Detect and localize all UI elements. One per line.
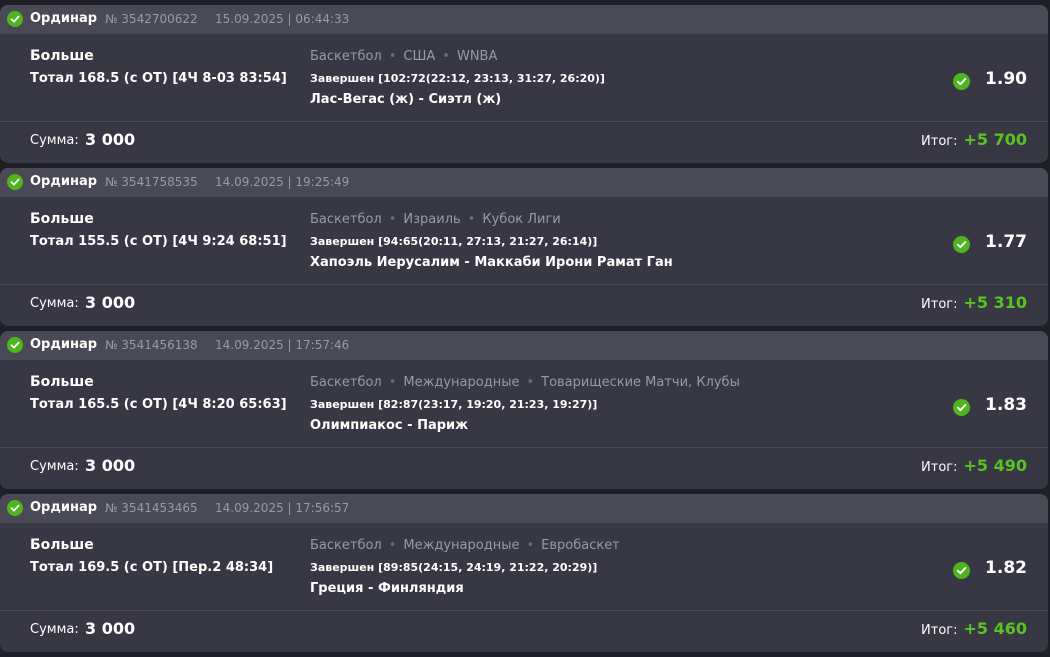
stake-label: Сумма: — [30, 133, 79, 148]
breadcrumb: Баскетбол • Израиль • Кубок Лиги — [310, 212, 561, 227]
match-status: Завершен [82:87(23:17, 19:20, 21:23, 19:… — [310, 398, 598, 411]
bet-type: Ординар — [30, 337, 98, 352]
bet-date: 14.09.2025 | 17:57:46 — [215, 338, 350, 352]
bet-card-header: Ординар № 3541453465 14.09.2025 | 17:56:… — [0, 494, 1048, 523]
bet-card-header: Ординар № 3542700622 15.09.2025 | 06:44:… — [0, 5, 1048, 34]
breadcrumb-sport[interactable]: Баскетбол — [310, 212, 382, 227]
check-circle-icon — [7, 500, 23, 516]
bet-id[interactable]: № 3541456138 — [105, 338, 198, 352]
bet-odds: 1.77 — [985, 232, 1027, 252]
divider — [0, 121, 1048, 122]
match-teams[interactable]: Греция - Финляндия — [310, 581, 464, 596]
breadcrumb-sport[interactable]: Баскетбол — [310, 538, 382, 553]
check-circle-icon — [953, 562, 970, 579]
breadcrumb-sport[interactable]: Баскетбол — [310, 375, 382, 390]
bet-type: Ординар — [30, 174, 98, 189]
bet-pick: Больше — [30, 211, 94, 227]
match-status: Завершен [89:85(24:15, 24:19, 21:22, 20:… — [310, 561, 598, 574]
breadcrumb-separator: • — [526, 538, 535, 553]
bet-card-header: Ординар № 3541456138 14.09.2025 | 17:57:… — [0, 331, 1048, 360]
result: Итог: +5 310 — [921, 293, 1027, 312]
bet-id[interactable]: № 3541758535 — [105, 175, 198, 189]
match-teams[interactable]: Лас-Вегас (ж) - Сиэтл (ж) — [310, 92, 501, 107]
breadcrumb-sport[interactable]: Баскетбол — [310, 49, 382, 64]
bet-pick: Больше — [30, 374, 94, 390]
bet-type: Ординар — [30, 500, 98, 515]
divider — [0, 610, 1048, 611]
breadcrumb-separator: • — [526, 375, 535, 390]
result-label: Итог: — [921, 134, 958, 149]
breadcrumb-country[interactable]: Международные — [403, 538, 519, 553]
result: Итог: +5 490 — [921, 456, 1027, 475]
result-value: +5 490 — [963, 456, 1027, 475]
breadcrumb-separator: • — [388, 49, 397, 64]
stake-value: 3 000 — [85, 130, 136, 149]
match-status: Завершен [102:72(22:12, 23:13, 31:27, 26… — [310, 72, 605, 85]
divider — [0, 284, 1048, 285]
bet-market: Тотал 169.5 (с ОТ) [Пер.2 48:34] — [30, 560, 274, 575]
bet-card[interactable]: Ординар № 3541456138 14.09.2025 | 17:57:… — [0, 331, 1048, 489]
check-circle-icon — [953, 236, 970, 253]
bet-market: Тотал 168.5 (с ОТ) [4Ч 8-03 83:54] — [30, 71, 287, 86]
bet-id[interactable]: № 3542700622 — [105, 12, 198, 26]
bet-date: 15.09.2025 | 06:44:33 — [215, 12, 350, 26]
result-value: +5 700 — [963, 130, 1027, 149]
bet-id[interactable]: № 3541453465 — [105, 501, 198, 515]
stake-value: 3 000 — [85, 456, 136, 475]
match-status: Завершен [94:65(20:11, 27:13, 21:27, 26:… — [310, 235, 598, 248]
breadcrumb-separator: • — [388, 375, 397, 390]
breadcrumb: Баскетбол • США • WNBA — [310, 49, 497, 64]
breadcrumb-country[interactable]: США — [403, 49, 435, 64]
bet-market: Тотал 155.5 (с ОТ) [4Ч 9:24 68:51] — [30, 234, 287, 249]
bet-odds: 1.90 — [985, 69, 1027, 89]
bet-odds: 1.83 — [985, 395, 1027, 415]
breadcrumb-league[interactable]: WNBA — [457, 49, 497, 64]
breadcrumb: Баскетбол • Международные • Евробаскет — [310, 538, 620, 553]
bet-pick: Больше — [30, 537, 94, 553]
bet-card-header: Ординар № 3541758535 14.09.2025 | 19:25:… — [0, 168, 1048, 197]
breadcrumb-league[interactable]: Товарищеские Матчи, Клубы — [541, 375, 740, 390]
check-circle-icon — [953, 73, 970, 90]
breadcrumb-separator: • — [467, 212, 476, 227]
result-label: Итог: — [921, 297, 958, 312]
bet-date: 14.09.2025 | 19:25:49 — [215, 175, 350, 189]
bet-odds: 1.82 — [985, 558, 1027, 578]
breadcrumb-separator: • — [388, 212, 397, 227]
breadcrumb: Баскетбол • Международные • Товарищеские Мат… — [310, 375, 740, 390]
stake-label: Сумма: — [30, 622, 79, 637]
breadcrumb-league[interactable]: Кубок Лиги — [482, 212, 560, 227]
result-label: Итог: — [921, 460, 958, 475]
check-circle-icon — [7, 11, 23, 27]
result-label: Итог: — [921, 623, 958, 638]
breadcrumb-separator: • — [442, 49, 450, 64]
check-circle-icon — [953, 399, 970, 416]
bet-type: Ординар — [30, 11, 98, 26]
bet-date: 14.09.2025 | 17:56:57 — [215, 501, 350, 515]
divider — [0, 447, 1048, 448]
result: Итог: +5 460 — [921, 619, 1027, 638]
bet-pick: Больше — [30, 48, 94, 64]
bet-card[interactable]: Ординар № 3541453465 14.09.2025 | 17:56:… — [0, 494, 1048, 652]
result-value: +5 460 — [963, 619, 1027, 638]
bet-card[interactable]: Ординар № 3541758535 14.09.2025 | 19:25:… — [0, 168, 1048, 326]
bet-card[interactable]: Ординар № 3542700622 15.09.2025 | 06:44:… — [0, 5, 1048, 163]
result-value: +5 310 — [963, 293, 1027, 312]
stake-value: 3 000 — [85, 619, 136, 638]
stake-value: 3 000 — [85, 293, 136, 312]
breadcrumb-separator: • — [388, 538, 397, 553]
stake-label: Сумма: — [30, 296, 79, 311]
check-circle-icon — [7, 174, 23, 190]
breadcrumb-country[interactable]: Израиль — [403, 212, 460, 227]
bet-market: Тотал 165.5 (с ОТ) [4Ч 8:20 65:63] — [30, 397, 287, 412]
match-teams[interactable]: Олимпиакос - Париж — [310, 418, 468, 433]
match-teams[interactable]: Хапоэль Иерусалим - Маккаби Ирони Рамат … — [310, 255, 673, 270]
stake-label: Сумма: — [30, 459, 79, 474]
breadcrumb-league[interactable]: Евробаскет — [541, 538, 620, 553]
result: Итог: +5 700 — [921, 130, 1027, 149]
breadcrumb-country[interactable]: Международные — [403, 375, 519, 390]
bet-history-list: Ординар № 3542700622 15.09.2025 | 06:44:… — [0, 0, 1050, 657]
check-circle-icon — [7, 337, 23, 353]
